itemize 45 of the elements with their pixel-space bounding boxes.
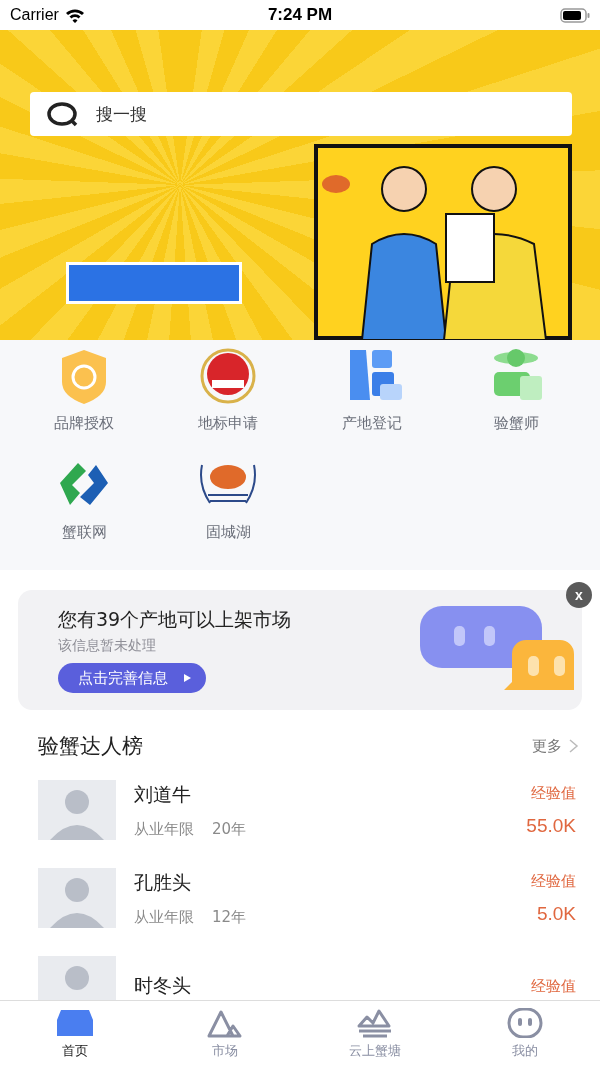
- person-name: 刘道牛: [134, 781, 192, 807]
- score-value: 55.0K: [526, 814, 576, 837]
- carrier-text: Carrier: [10, 6, 59, 24]
- tab-item[interactable]: 首页: [0, 1001, 150, 1067]
- notice-subtitle: 该信息暂未处理: [58, 637, 156, 655]
- score-label: 经验值: [531, 871, 576, 891]
- notice-title: 您有39个产地可以上架市场: [58, 607, 292, 632]
- shortcut-label: 产地登记: [342, 414, 402, 433]
- shortcut-item[interactable]: 产地登记: [300, 346, 444, 449]
- tab-item[interactable]: 云上蟹塘: [300, 1001, 450, 1067]
- banner-illustration[interactable]: 搜一搜: [0, 30, 600, 340]
- tab-item[interactable]: 市场: [150, 1001, 300, 1067]
- tab-item[interactable]: 我的: [450, 1001, 600, 1067]
- chevron-right-icon: [568, 738, 580, 754]
- complete-info-button[interactable]: 点击完善信息: [58, 663, 206, 693]
- shortcut-item[interactable]: 地标申请: [156, 346, 300, 449]
- shortcut-label: 品牌授权: [54, 414, 114, 433]
- years-value: 20年: [212, 819, 247, 839]
- years-value: 12年: [212, 907, 247, 927]
- section-title: 验蟹达人榜: [38, 733, 143, 760]
- years-label: 从业年限: [134, 819, 194, 839]
- shortcut-item[interactable]: 固城湖: [156, 455, 300, 558]
- play-icon: [182, 673, 192, 683]
- battery-icon: [560, 7, 590, 23]
- score-value: 5.0K: [536, 902, 576, 925]
- score-label: 经验值: [531, 783, 576, 803]
- years-label: 从业年限: [134, 907, 194, 927]
- shortcut-item[interactable]: 蟹联网: [12, 455, 156, 558]
- home-icon: [55, 1008, 95, 1038]
- search-icon: [46, 101, 80, 127]
- close-button[interactable]: x: [566, 582, 592, 608]
- status-time: 7:24 PM: [267, 5, 333, 25]
- shortcut-label: 地标申请: [198, 414, 258, 433]
- me-icon: [505, 1008, 545, 1038]
- more-link[interactable]: 更多: [532, 736, 580, 756]
- person-name: 时冬头: [134, 973, 192, 998]
- shortcut-label: 蟹联网: [61, 523, 107, 542]
- wifi-icon: [64, 7, 85, 23]
- shortcut-label: 验蟹师: [493, 414, 539, 433]
- score-label: 经验值: [531, 976, 576, 996]
- person-name: 孔胜头: [134, 869, 192, 895]
- shortcut-item[interactable]: 品牌授权: [12, 346, 156, 449]
- shortcut-item[interactable]: 验蟹师: [444, 346, 588, 449]
- search-field[interactable]: 搜一搜: [30, 92, 572, 136]
- shortcut-label: 固城湖: [205, 523, 251, 542]
